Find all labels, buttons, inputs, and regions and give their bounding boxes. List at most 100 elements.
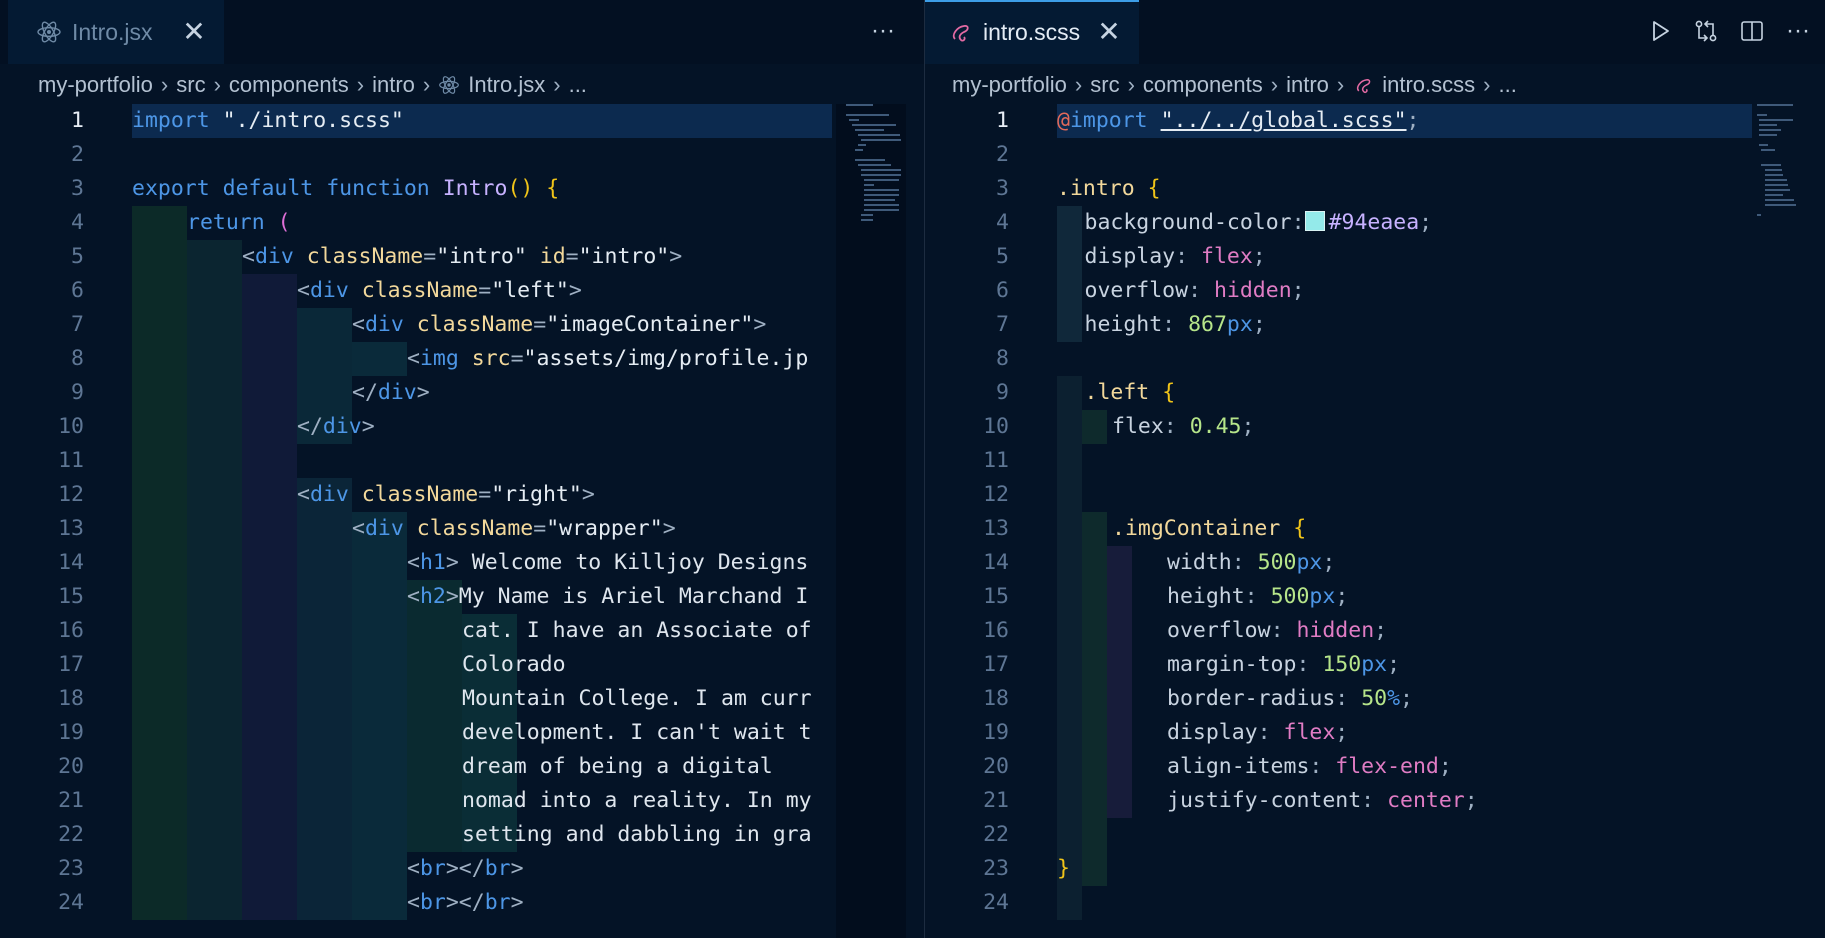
breadcrumb-item[interactable]: intro (372, 72, 415, 98)
code-line[interactable]: 8 <img src="assets/img/profile.jp (0, 342, 924, 376)
code-line[interactable]: 12 <div className="right"> (0, 478, 924, 512)
line-number: 21 (58, 788, 84, 813)
code-line[interactable]: 11 (0, 444, 924, 478)
chevron-right-icon: › (160, 72, 169, 97)
tab-intro-scss[interactable]: intro.scss ✕ (925, 0, 1139, 64)
code-line[interactable]: 10 flex: 0.45; (925, 410, 1825, 444)
line-number: 5 (71, 244, 84, 269)
code-line[interactable]: 14 width: 500px; (925, 546, 1825, 580)
code-line[interactable]: 19 development. I can't wait t (0, 716, 924, 750)
code-line[interactable]: 9 .left { (925, 376, 1825, 410)
line-number: 3 (71, 176, 84, 201)
minimap-line (1765, 204, 1797, 206)
code-line[interactable]: 16 cat. I have an Associate of (0, 614, 924, 648)
code-line[interactable]: 19 display: flex; (925, 716, 1825, 750)
active-tab-indicator (925, 0, 1139, 2)
code-line[interactable]: 12 (925, 478, 1825, 512)
code-editor-jsx[interactable]: 1 import "./intro.scss" 2 3 export default f… (0, 104, 924, 938)
breadcrumb-item[interactable]: intro (1286, 72, 1329, 98)
code-line[interactable]: 2 (925, 138, 1825, 172)
code-line[interactable]: 3 export default function Intro() { (0, 172, 924, 206)
tab-intro-jsx[interactable]: Intro.jsx ✕ (8, 0, 224, 64)
compare-changes-button[interactable] (1689, 14, 1723, 48)
more-actions-button[interactable]: ··· (1781, 14, 1815, 48)
code-text: display: flex; (1167, 720, 1349, 745)
more-actions-button[interactable]: ··· (866, 14, 900, 48)
code-text: <div className="right"> (297, 482, 595, 507)
breadcrumb-item[interactable]: my-portfolio (952, 72, 1067, 98)
code-line[interactable]: 21 nomad into a reality. In my (0, 784, 924, 818)
breadcrumb-item[interactable]: src (1090, 72, 1119, 98)
code-line[interactable]: 5 <div className="intro" id="intro"> (0, 240, 924, 274)
code-line[interactable]: 23} (925, 852, 1825, 886)
code-line[interactable]: 6 overflow: hidden; (925, 274, 1825, 308)
minimap-line (1765, 189, 1790, 191)
code-line[interactable]: 20 align-items: flex-end; (925, 750, 1825, 784)
code-line[interactable]: 3 .intro { (925, 172, 1825, 206)
compare-changes-icon (1695, 20, 1717, 42)
code-line[interactable]: 14 <h1> Welcome to Killjoy Designs (0, 546, 924, 580)
color-swatch[interactable] (1304, 211, 1325, 231)
code-line[interactable]: 1 @import "../../global.scss"; (925, 104, 1825, 138)
minimap[interactable] (846, 104, 902, 244)
line-number: 14 (983, 550, 1009, 575)
line-number: 17 (983, 652, 1009, 677)
code-line[interactable]: 17 Colorado (0, 648, 924, 682)
minimap-line (864, 179, 900, 181)
code-text: @import "../../global.scss"; (1057, 108, 1420, 133)
close-icon[interactable]: ✕ (178, 16, 210, 48)
code-line[interactable]: 5 display: flex; (925, 240, 1825, 274)
code-editor-scss[interactable]: 1 @import "../../global.scss"; 2 3 .intro {4… (925, 104, 1825, 938)
line-number: 22 (58, 822, 84, 847)
breadcrumb-item[interactable]: intro.scss (1382, 72, 1475, 98)
code-line[interactable]: 4 background-color: #94eaea; (925, 206, 1825, 240)
breadcrumb-item[interactable]: ... (569, 72, 587, 98)
code-line[interactable]: 23 <br></br> (0, 852, 924, 886)
code-line[interactable]: 8 (925, 342, 1825, 376)
breadcrumb-item[interactable]: components (229, 72, 349, 98)
code-line[interactable]: 24 (925, 886, 1825, 920)
code-line[interactable]: 2 (0, 138, 924, 172)
line-number: 11 (983, 448, 1009, 473)
split-editor-button[interactable] (1735, 14, 1769, 48)
code-line[interactable]: 21 justify-content: center; (925, 784, 1825, 818)
breadcrumb-item[interactable]: ... (1498, 72, 1516, 98)
breadcrumb-item[interactable]: my-portfolio (38, 72, 153, 98)
code-line[interactable]: 24 <br></br> (0, 886, 924, 920)
code-line[interactable]: 9 </div> (0, 376, 924, 410)
run-button[interactable] (1643, 14, 1677, 48)
breadcrumb-item[interactable]: src (176, 72, 205, 98)
code-text: <div className="wrapper"> (352, 516, 676, 541)
close-icon[interactable]: ✕ (1093, 16, 1125, 48)
code-line[interactable]: 22 setting and dabbling in gra (0, 818, 924, 852)
run-icon (1653, 21, 1669, 41)
code-text: width: 500px; (1167, 550, 1336, 575)
breadcrumb-item[interactable]: components (1143, 72, 1263, 98)
code-line[interactable]: 13 <div className="wrapper"> (0, 512, 924, 546)
code-line[interactable]: 1 import "./intro.scss" (0, 104, 924, 138)
code-line[interactable]: 20 dream of being a digital (0, 750, 924, 784)
code-line[interactable]: 18 border-radius: 50%; (925, 682, 1825, 716)
code-line[interactable]: 4 return ( (0, 206, 924, 240)
code-line[interactable]: 22 (925, 818, 1825, 852)
line-number: 9 (71, 380, 84, 405)
code-line[interactable]: 11 (925, 444, 1825, 478)
code-text: <h1> Welcome to Killjoy Designs (407, 550, 809, 575)
code-text: <h2>My Name is Ariel Marchand I (407, 584, 809, 609)
breadcrumb-item[interactable]: Intro.jsx (468, 72, 545, 98)
code-line[interactable]: 16 overflow: hidden; (925, 614, 1825, 648)
code-line[interactable]: 10 </div> (0, 410, 924, 444)
code-line[interactable]: 7 <div className="imageContainer"> (0, 308, 924, 342)
chevron-right-icon: › (1336, 72, 1345, 97)
code-line[interactable]: 13 .imgContainer { (925, 512, 1825, 546)
code-line[interactable]: 15 height: 500px; (925, 580, 1825, 614)
code-line[interactable]: 6 <div className="left"> (0, 274, 924, 308)
code-line[interactable]: 18 Mountain College. I am curr (0, 682, 924, 716)
minimap-line (1765, 169, 1782, 171)
minimap-line (849, 119, 860, 121)
chevron-right-icon: › (1127, 72, 1135, 97)
code-line[interactable]: 17 margin-top: 150px; (925, 648, 1825, 682)
minimap[interactable] (1757, 104, 1811, 244)
code-line[interactable]: 15 <h2>My Name is Ariel Marchand I (0, 580, 924, 614)
code-line[interactable]: 7 height: 867px; (925, 308, 1825, 342)
